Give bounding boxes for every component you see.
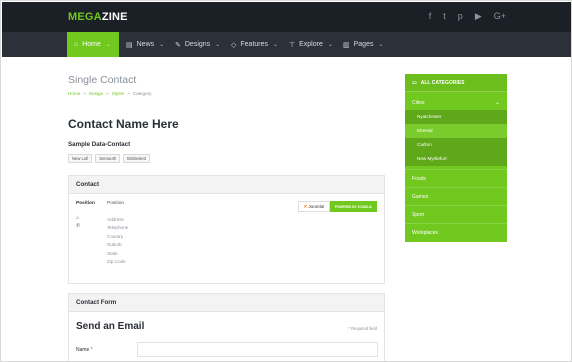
nav-pages[interactable]: ▥ Pages ⌄ [343,32,384,57]
nav-features-label: Features [240,41,269,48]
page-frame: MEGAZINE f t p ▶ G+ ⌂ Home ⌄ ▤ News ⌄ ✎ … [0,0,572,362]
tag-list: New Lofi Semouth Birdtested [68,154,150,163]
name-label-text: Name [76,347,90,353]
sidebar-item-workplaces[interactable]: Workplaces [405,223,507,241]
breadcrumb-separator: » [83,91,86,96]
state-line: State [107,250,118,256]
joomla-icon: ✕ [303,203,308,209]
joomla-badge[interactable]: ✕ Joomla! POWERED BY JOOMLA! [298,201,377,212]
logo-part-2: ZINE [101,11,128,23]
required-note: * Required field [348,326,377,331]
sidebar-item-foods[interactable]: Foods [405,169,507,187]
newspaper-icon: ▤ [126,41,133,49]
sidebar-subitem[interactable]: Nyatchester [405,110,507,124]
nav-explore[interactable]: ⊤ Explore ⌄ [289,32,333,57]
folder-open-icon: ▭ [412,80,417,86]
breadcrumb-styles[interactable]: Styles [112,91,125,96]
nav-pages-label: Pages [353,41,374,48]
phone-icon: ✆ [76,223,81,229]
position-label: Position [76,201,95,206]
breadcrumb-separator: » [106,91,109,96]
sidebar-heading-text: ALL CATEGORIES [420,80,465,86]
sidebar-item-sport[interactable]: Sport [405,205,507,223]
contact-form-panel: Contact Form Send an Email * Required fi… [68,293,385,361]
breadcrumb-separator: » [127,91,130,96]
chevron-down-icon: ⌄ [327,42,333,48]
sidebar-item-label: Cities [412,100,425,106]
send-email-title: Send an Email [76,321,145,332]
nav-explore-label: Explore [299,41,323,48]
sidebar-item-cities[interactable]: Cities ⌄ [405,96,507,110]
page-title: Single Contact [68,74,137,86]
nav-features[interactable]: ◇ Features ⌄ [231,32,278,57]
contact-panel: Contact Position Position ⌂ ✆ Address Te… [68,175,385,284]
required-star: * [90,347,93,353]
address-block: Address Telephone Country Suburb State Z… [107,216,128,266]
tag[interactable]: Birdtested [123,154,150,163]
logo-part-1: MEGA [68,11,102,23]
nav-designs[interactable]: ✎ Designs ⌄ [175,32,220,57]
address-line: Address [107,217,124,222]
home-icon: ⌂ [74,41,79,48]
powered-by-label: POWERED BY JOOMLA! [330,201,377,212]
tag[interactable]: New Lofi [68,154,93,163]
book-icon: ▥ [343,41,350,49]
nav-home-label: Home [82,41,101,48]
contact-name-heading: Contact Name Here [68,117,179,131]
contact-panel-heading: Contact [69,176,384,194]
categories-sidebar: ▭ ALL CATEGORIES Cities ⌄ Nyatchester Elr… [405,74,507,242]
chevron-down-icon: ⌄ [159,42,165,48]
breadcrumb-current: Category [132,91,152,96]
nav-home[interactable]: ⌂ Home ⌄ [67,32,119,57]
breadcrumb-design[interactable]: Design [89,91,103,96]
diamond-icon: ◇ [231,41,237,49]
top-bar: MEGAZINE f t p ▶ G+ [2,2,571,32]
twitter-icon[interactable]: t [443,10,446,22]
breadcrumb-home[interactable]: Home [68,91,80,96]
contact-category-title: Sample Data-Contact [68,141,131,148]
required-note-text: Required field [351,326,377,331]
facebook-icon[interactable]: f [429,10,432,22]
breadcrumb: Home » Design » Styles » Category [68,91,151,96]
pinterest-icon[interactable]: p [458,10,463,22]
zip-line: Zip Code [107,259,126,265]
youtube-icon[interactable]: ▶ [475,10,482,22]
home-icon: ⌂ [76,215,80,221]
position-value: Position [107,201,125,206]
social-links: f t p ▶ G+ [429,10,506,22]
chevron-down-icon: ⌄ [273,42,279,48]
chevron-down-icon: ⌄ [215,42,221,48]
sidebar-subitem[interactable]: New Myrtlefurt [405,152,507,166]
tag[interactable]: Semouth [95,154,121,163]
required-star: * [348,326,350,331]
name-input[interactable] [137,342,378,357]
google-plus-icon[interactable]: G+ [494,10,506,22]
brush-icon: ✎ [175,41,181,49]
nav-news-label: News [136,41,155,48]
suburb-line: Suburb [107,242,122,248]
nav-designs-label: Designs [184,41,211,48]
chevron-down-icon: ⌄ [105,42,111,48]
name-label: Name * [76,347,93,353]
chevron-down-icon: ⌄ [494,100,500,106]
sidebar-subitem-selected[interactable]: Elreetal [405,124,507,138]
site-logo[interactable]: MEGAZINE [68,11,128,23]
main-nav: ⌂ Home ⌄ ▤ News ⌄ ✎ Designs ⌄ ◇ Features… [2,32,571,57]
cities-submenu: Nyatchester Elreetal Carlton New Myrtlef… [405,110,507,166]
signpost-icon: ⊤ [289,41,296,49]
sidebar-item-games[interactable]: Games [405,187,507,205]
country-line: Country [107,233,124,239]
joomla-logo-text: Joomla! [308,204,325,209]
sidebar-heading: ▭ ALL CATEGORIES [405,74,507,92]
telephone-line: Telephone [107,225,129,231]
chevron-down-icon: ⌄ [378,42,384,48]
contact-form-heading: Contact Form [69,294,384,312]
joomla-logo: ✕ Joomla! [298,201,330,212]
nav-news[interactable]: ▤ News ⌄ [126,32,164,57]
sidebar-subitem[interactable]: Carlton [405,138,507,152]
